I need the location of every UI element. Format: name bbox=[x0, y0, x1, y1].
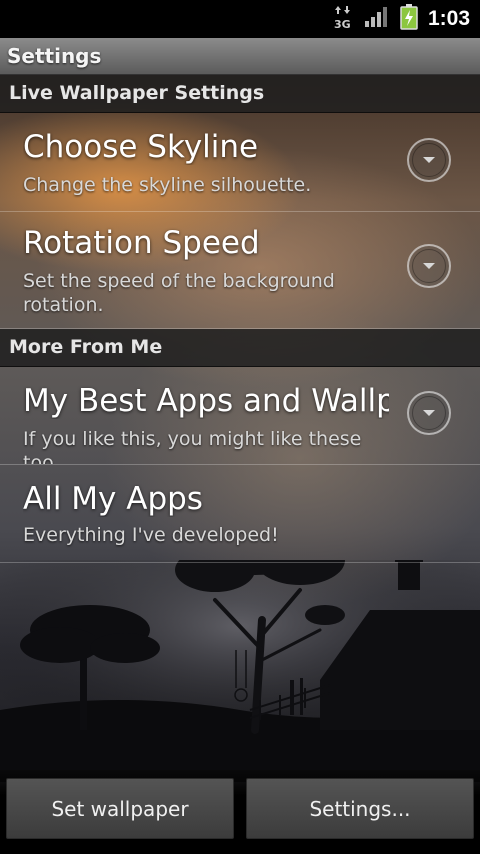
settings-button[interactable]: Settings... bbox=[246, 778, 474, 839]
section-header-label: Live Wallpaper Settings bbox=[9, 82, 265, 104]
dropdown-arrow-icon[interactable] bbox=[407, 391, 451, 435]
skyline-silhouette-image bbox=[0, 560, 480, 782]
signal-strength-icon bbox=[364, 6, 390, 32]
pref-summary: Everything I've developed! bbox=[23, 524, 279, 546]
pref-item-all-my-apps[interactable]: All My Apps Everything I've developed! bbox=[0, 465, 480, 563]
battery-charging-icon bbox=[400, 4, 418, 34]
section-header-label: More From Me bbox=[9, 336, 163, 358]
set-wallpaper-button[interactable]: Set wallpaper bbox=[6, 778, 234, 839]
data-transfer-3g-icon: 3G bbox=[334, 4, 354, 34]
pref-item-rotation-speed[interactable]: Rotation Speed Set the speed of the back… bbox=[0, 212, 480, 329]
section-header-more-from-me: More From Me bbox=[0, 329, 480, 367]
pref-summary: Set the speed of the background rotation… bbox=[23, 270, 335, 316]
pref-title: My Best Apps and Wallpapers bbox=[23, 383, 389, 419]
pref-title: Choose Skyline bbox=[23, 129, 259, 165]
pref-summary: Change the skyline silhouette. bbox=[23, 174, 312, 196]
clock-time: 1:03 bbox=[427, 7, 470, 30]
dropdown-arrow-icon[interactable] bbox=[407, 138, 451, 182]
status-bar: 3G 1:03 bbox=[0, 0, 480, 38]
pref-item-best-apps[interactable]: My Best Apps and Wallpapers If you like … bbox=[0, 366, 480, 465]
pref-title: All My Apps bbox=[23, 481, 203, 517]
title-bar: Settings bbox=[0, 38, 480, 75]
section-header-live-wallpaper: Live Wallpaper Settings bbox=[0, 75, 480, 113]
pref-title: Rotation Speed bbox=[23, 225, 260, 261]
network-type-label: 3G bbox=[334, 18, 351, 30]
pref-item-choose-skyline[interactable]: Choose Skyline Change the skyline silhou… bbox=[0, 112, 480, 212]
page-title: Settings bbox=[7, 44, 102, 68]
pref-summary: If you like this, you might like these t… bbox=[23, 428, 362, 465]
dropdown-arrow-icon[interactable] bbox=[407, 244, 451, 288]
